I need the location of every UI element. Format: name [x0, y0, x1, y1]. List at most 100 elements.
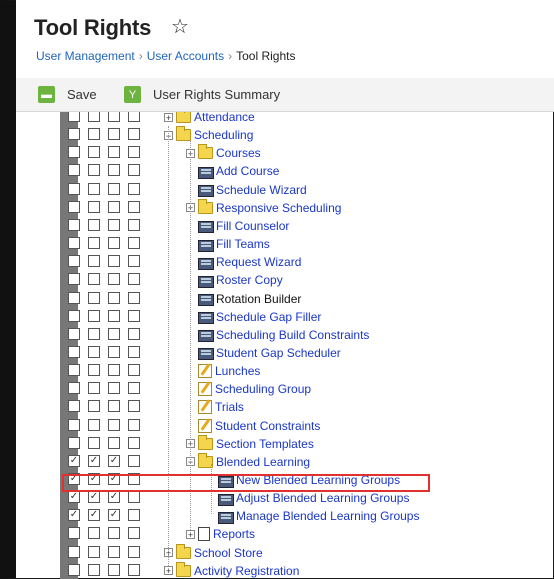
right-checkbox[interactable]	[68, 345, 80, 358]
right-checkbox[interactable]	[128, 509, 140, 522]
right-checkbox[interactable]	[88, 112, 100, 122]
right-checkbox[interactable]	[68, 527, 80, 540]
right-checkbox[interactable]	[128, 491, 140, 504]
right-checkbox[interactable]	[68, 255, 80, 268]
right-checkbox[interactable]	[128, 563, 140, 576]
right-checkbox[interactable]	[108, 400, 120, 413]
right-checkbox[interactable]	[68, 309, 80, 322]
right-checkbox[interactable]	[68, 563, 80, 576]
right-checkbox[interactable]	[88, 327, 100, 340]
tree-node-label[interactable]: Adjust Blended Learning Groups	[236, 491, 409, 505]
tree-node-label[interactable]: Scheduling Group	[215, 382, 311, 396]
right-checkbox[interactable]	[128, 400, 140, 413]
right-checkbox[interactable]: ✓	[108, 509, 120, 522]
right-checkbox[interactable]	[108, 436, 120, 449]
right-checkbox[interactable]	[108, 382, 120, 395]
right-checkbox[interactable]	[128, 382, 140, 395]
tree-node-label[interactable]: Scheduling Build Constraints	[216, 328, 369, 342]
right-checkbox[interactable]: ✓	[68, 509, 80, 522]
tree-node-label[interactable]: Activity Registration	[194, 564, 299, 578]
right-checkbox[interactable]	[128, 237, 140, 250]
tree-node-label[interactable]: Lunches	[215, 364, 260, 378]
right-checkbox[interactable]	[108, 182, 120, 195]
right-checkbox[interactable]	[128, 218, 140, 231]
tree-node-label[interactable]: Reports	[213, 527, 255, 541]
right-checkbox[interactable]	[128, 112, 140, 122]
tree-node-label[interactable]: Rotation Builder	[216, 292, 301, 306]
right-checkbox[interactable]	[88, 237, 100, 250]
right-checkbox[interactable]	[68, 164, 80, 177]
tree-node-label[interactable]: Attendance	[194, 112, 255, 124]
right-checkbox[interactable]	[88, 563, 100, 576]
right-checkbox[interactable]	[68, 327, 80, 340]
right-checkbox[interactable]	[88, 364, 100, 377]
right-checkbox[interactable]	[88, 146, 100, 159]
right-checkbox[interactable]	[68, 291, 80, 304]
tree-node-label[interactable]: Responsive Scheduling	[216, 201, 341, 215]
right-checkbox[interactable]	[108, 527, 120, 540]
tree-node[interactable]: Trials	[198, 398, 244, 416]
right-checkbox[interactable]	[128, 364, 140, 377]
right-checkbox[interactable]	[128, 200, 140, 213]
right-checkbox[interactable]	[128, 146, 140, 159]
tree-node[interactable]: Fill Teams	[198, 235, 270, 253]
right-checkbox[interactable]	[128, 255, 140, 268]
tree-node[interactable]: Student Gap Scheduler	[198, 344, 341, 362]
right-checkbox[interactable]	[88, 291, 100, 304]
right-checkbox[interactable]	[128, 327, 140, 340]
right-checkbox[interactable]: ✓	[108, 454, 120, 467]
tree-node[interactable]: Lunches	[198, 362, 260, 380]
tree-node-label[interactable]: Student Gap Scheduler	[216, 346, 341, 360]
tree-node-label[interactable]: Add Course	[216, 164, 279, 178]
tree-node[interactable]: + Reports	[186, 525, 255, 543]
tree-node[interactable]: Schedule Gap Filler	[198, 308, 321, 326]
right-checkbox[interactable]	[68, 545, 80, 558]
right-checkbox[interactable]	[68, 364, 80, 377]
tree-node-label[interactable]: Schedule Wizard	[216, 183, 307, 197]
right-checkbox[interactable]	[128, 418, 140, 431]
tree-node[interactable]: Manage Blended Learning Groups	[218, 507, 419, 525]
tree-node-label[interactable]: Student Constraints	[215, 419, 320, 433]
tree-node-label[interactable]: Schedule Gap Filler	[216, 310, 321, 324]
right-checkbox[interactable]	[108, 128, 120, 141]
right-checkbox[interactable]	[108, 237, 120, 250]
right-checkbox[interactable]	[88, 164, 100, 177]
tree-node-label[interactable]: Manage Blended Learning Groups	[236, 509, 419, 523]
save-button[interactable]: ▬ Save	[38, 82, 97, 107]
right-checkbox[interactable]	[88, 382, 100, 395]
right-checkbox[interactable]	[128, 527, 140, 540]
right-checkbox[interactable]	[88, 527, 100, 540]
tree-node[interactable]: Schedule Wizard	[198, 181, 307, 199]
right-checkbox[interactable]	[108, 255, 120, 268]
tree-node-label[interactable]: Section Templates	[216, 437, 314, 451]
right-checkbox[interactable]	[128, 128, 140, 141]
right-checkbox[interactable]	[108, 545, 120, 558]
tree-node[interactable]: − Scheduling	[164, 126, 253, 144]
right-checkbox[interactable]	[108, 327, 120, 340]
right-checkbox[interactable]	[68, 128, 80, 141]
right-checkbox[interactable]: ✓	[68, 491, 80, 504]
right-checkbox[interactable]	[88, 309, 100, 322]
right-checkbox[interactable]	[88, 200, 100, 213]
right-checkbox[interactable]	[108, 309, 120, 322]
right-checkbox[interactable]	[108, 273, 120, 286]
expand-icon[interactable]: +	[164, 112, 173, 122]
right-checkbox[interactable]	[88, 218, 100, 231]
right-checkbox[interactable]	[88, 128, 100, 141]
right-checkbox[interactable]	[108, 112, 120, 122]
tree-node[interactable]: Fill Counselor	[198, 217, 289, 235]
tree-node[interactable]: Request Wizard	[198, 253, 301, 271]
tree-node[interactable]: + School Store	[164, 543, 263, 562]
tree-node[interactable]: Student Constraints	[198, 417, 320, 435]
tree-node-label[interactable]: Fill Teams	[216, 237, 270, 251]
right-checkbox[interactable]	[108, 418, 120, 431]
right-checkbox[interactable]	[128, 291, 140, 304]
right-checkbox[interactable]	[88, 182, 100, 195]
tree-node-label[interactable]: Roster Copy	[216, 273, 283, 287]
breadcrumb-user-accounts[interactable]: User Accounts	[147, 49, 224, 63]
right-checkbox[interactable]	[88, 418, 100, 431]
right-checkbox[interactable]	[68, 200, 80, 213]
right-checkbox[interactable]	[128, 454, 140, 467]
tree-node[interactable]: + Attendance	[164, 112, 255, 126]
right-checkbox[interactable]	[128, 545, 140, 558]
